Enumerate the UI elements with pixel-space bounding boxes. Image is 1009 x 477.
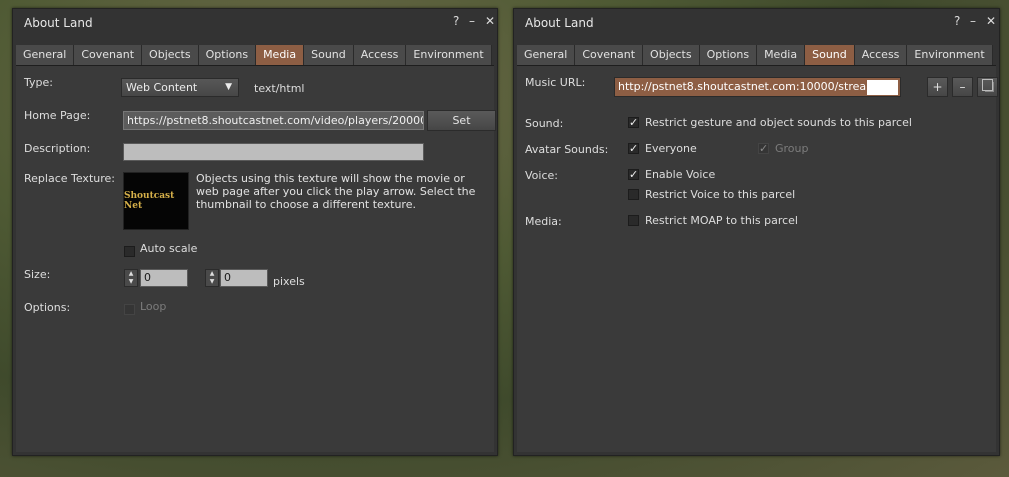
tab-access[interactable]: Access <box>353 45 407 65</box>
add-url-button[interactable]: + <box>927 77 948 97</box>
media-panel: Type: Web Content ▼ text/html Home Page:… <box>16 66 496 452</box>
set-button[interactable]: Set <box>427 110 496 131</box>
restrict-moap-checkbox[interactable] <box>628 215 639 226</box>
height-field[interactable]: 0 <box>220 269 268 287</box>
type-dropdown-value: Web Content <box>126 81 198 94</box>
chevron-down-icon[interactable]: ▼ <box>887 78 894 96</box>
enable-voice-checkbox[interactable]: ✓ <box>628 169 639 180</box>
home-page-field[interactable]: https://pstnet8.shoutcastnet.com/video/p… <box>123 111 424 130</box>
tab-covenant[interactable]: Covenant <box>74 45 143 65</box>
minimize-icon[interactable]: – <box>970 14 976 28</box>
tab-environment[interactable]: Environment <box>907 45 993 65</box>
music-url-value: http://pstnet8.shoutcastnet.com:10000/st… <box>618 80 877 93</box>
media-label: Media: <box>525 215 562 228</box>
title-bar[interactable]: About Land ? – ✕ <box>514 9 999 35</box>
restrict-gesture-checkbox[interactable]: ✓ <box>628 117 639 128</box>
sound-label: Sound: <box>525 117 564 130</box>
options-label: Options: <box>24 301 71 314</box>
tab-access[interactable]: Access <box>854 45 908 65</box>
chevron-down-icon: ▼ <box>225 82 232 92</box>
tab-options[interactable]: Options <box>699 45 758 65</box>
description-field[interactable] <box>123 143 424 161</box>
type-dropdown[interactable]: Web Content ▼ <box>121 78 239 97</box>
tab-options[interactable]: Options <box>198 45 257 65</box>
tab-objects[interactable]: Objects <box>142 45 199 65</box>
sound-panel: Music URL: http://pstnet8.shoutcastnet.c… <box>517 66 998 452</box>
type-label: Type: <box>24 76 53 89</box>
tab-general[interactable]: General <box>517 45 576 65</box>
everyone-label: Everyone <box>645 142 697 155</box>
restrict-gesture-label: Restrict gesture and object sounds to th… <box>645 116 912 129</box>
music-url-field[interactable]: http://pstnet8.shoutcastnet.com:10000/st… <box>614 77 901 97</box>
loop-checkbox[interactable] <box>124 304 135 315</box>
window-title: About Land <box>525 16 594 30</box>
title-bar[interactable]: About Land ? – ✕ <box>13 9 497 35</box>
tab-covenant[interactable]: Covenant <box>575 45 644 65</box>
about-land-window-media: About Land ? – ✕ General Covenant Object… <box>12 8 498 456</box>
mime-type-text: text/html <box>254 82 305 95</box>
replace-texture-description: Objects using this texture will show the… <box>196 172 476 211</box>
everyone-checkbox[interactable]: ✓ <box>628 143 639 154</box>
avatar-sounds-label: Avatar Sounds: <box>525 143 609 156</box>
close-icon[interactable]: ✕ <box>485 14 495 28</box>
size-label: Size: <box>24 268 51 281</box>
tab-general[interactable]: General <box>16 45 75 65</box>
loop-label: Loop <box>140 300 167 313</box>
tab-sound[interactable]: Sound <box>304 45 354 65</box>
tab-media[interactable]: Media <box>256 45 305 65</box>
auto-scale-label: Auto scale <box>140 242 198 255</box>
restrict-moap-label: Restrict MOAP to this parcel <box>645 214 798 227</box>
music-url-label: Music URL: <box>525 76 586 89</box>
tab-media[interactable]: Media <box>757 45 806 65</box>
tab-bar: General Covenant Objects Options Media S… <box>517 45 996 66</box>
description-label: Description: <box>24 142 91 155</box>
restrict-voice-label: Restrict Voice to this parcel <box>645 188 796 201</box>
width-spinner[interactable]: ▲ ▼ <box>124 269 138 287</box>
tab-objects[interactable]: Objects <box>643 45 700 65</box>
help-icon[interactable]: ? <box>954 14 960 28</box>
auto-scale-checkbox[interactable] <box>124 246 135 257</box>
about-land-window-sound: About Land ? – ✕ General Covenant Object… <box>513 8 1000 456</box>
copy-icon <box>982 79 993 91</box>
tab-sound[interactable]: Sound <box>805 45 855 65</box>
enable-voice-label: Enable Voice <box>645 168 716 181</box>
remove-url-button[interactable]: – <box>952 77 973 97</box>
texture-thumbnail[interactable]: Shoutcast Net <box>123 172 189 230</box>
replace-texture-label: Replace Texture: <box>24 172 115 185</box>
group-label: Group <box>775 142 809 155</box>
group-checkbox[interactable]: ✓ <box>758 143 769 154</box>
tab-bar: General Covenant Objects Options Media S… <box>16 45 494 66</box>
voice-label: Voice: <box>525 169 558 182</box>
minimize-icon[interactable]: – <box>469 14 475 28</box>
height-spinner[interactable]: ▲ ▼ <box>205 269 219 287</box>
thumbnail-logo-text: Shoutcast Net <box>124 191 175 211</box>
copy-url-button[interactable] <box>977 77 998 97</box>
window-title: About Land <box>24 16 93 30</box>
help-icon[interactable]: ? <box>453 14 459 28</box>
width-field[interactable]: 0 <box>140 269 188 287</box>
pixels-label: pixels <box>273 275 305 288</box>
tab-environment[interactable]: Environment <box>406 45 492 65</box>
home-page-label: Home Page: <box>24 109 91 122</box>
restrict-voice-checkbox[interactable] <box>628 189 639 200</box>
close-icon[interactable]: ✕ <box>986 14 996 28</box>
